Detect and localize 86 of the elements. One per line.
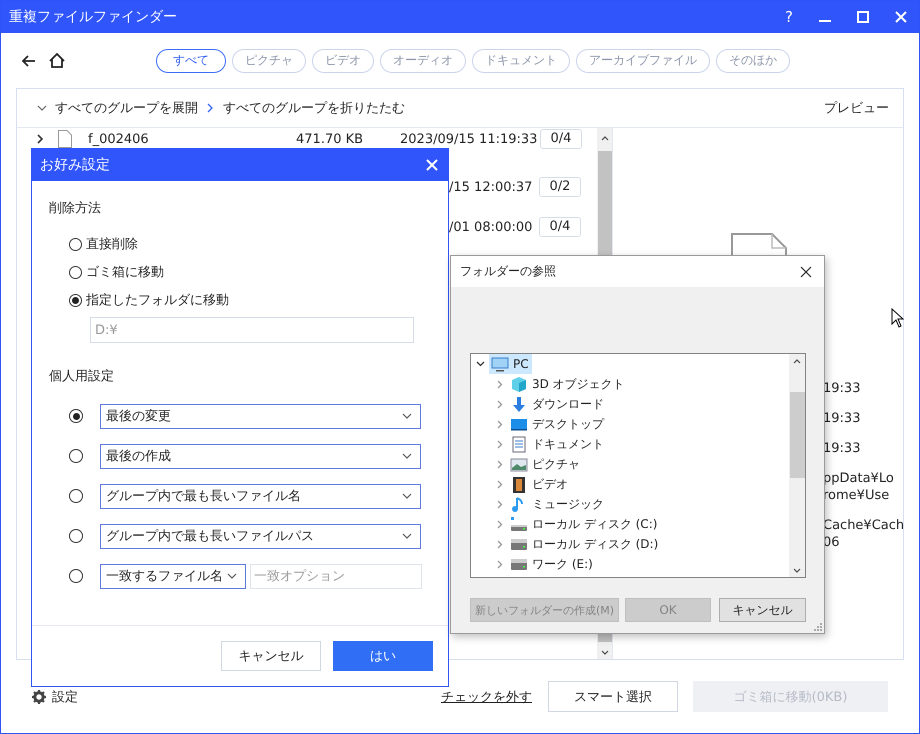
radio-button[interactable]: [69, 529, 83, 543]
expand-all-link[interactable]: すべてのグループを展開: [55, 99, 198, 117]
detail-text: ppData¥Lo: [823, 470, 895, 487]
option-label[interactable]: 指定したフォルダに移動: [86, 291, 229, 309]
back-arrow-icon[interactable]: [22, 54, 36, 66]
chevron-down-icon[interactable]: [402, 493, 412, 499]
file-date: 2023/09/15 11:19:33: [400, 132, 538, 146]
detail-text: 19:33: [823, 440, 862, 457]
filter-tab[interactable]: すべて: [156, 48, 226, 72]
dropdown[interactable]: グループ内で最も長いファイルパス: [100, 524, 421, 548]
scroll-thumb[interactable]: [790, 392, 804, 478]
radio-button[interactable]: [69, 409, 83, 423]
scroll-up-icon[interactable]: [600, 136, 608, 141]
tree-item[interactable]: ローカル ディスク (C:): [508, 514, 660, 534]
close-icon[interactable]: [800, 266, 812, 278]
dialog-title: フォルダーの参照: [460, 263, 556, 280]
detail-text: rome¥Use: [823, 487, 890, 504]
smart-select-button[interactable]: スマート選択: [548, 681, 678, 712]
section-heading: 削除方法: [49, 200, 102, 218]
option-label[interactable]: ゴミ箱に移動: [86, 263, 164, 281]
ok-button[interactable]: はい: [333, 641, 433, 671]
download-arrow-icon: [510, 396, 528, 412]
radio-button[interactable]: [69, 294, 82, 306]
tree-item[interactable]: デスクトップ: [508, 414, 607, 434]
cube-icon: [510, 376, 528, 392]
dropdown[interactable]: 一致するファイル名: [100, 564, 246, 588]
tree-item[interactable]: PC: [489, 354, 532, 374]
dropdown[interactable]: 最後の変更: [100, 404, 421, 428]
uncheck-link[interactable]: チェックを外す: [441, 688, 532, 706]
tree-item[interactable]: ローカル ディスク (D:): [508, 534, 662, 554]
picture-icon: [510, 456, 528, 472]
collapse-all-link[interactable]: すべてのグループを折りたたむ: [223, 99, 405, 117]
scroll-down-icon[interactable]: [600, 650, 608, 655]
scroll-down-icon[interactable]: [793, 568, 801, 573]
preview-label: プレビュー: [824, 100, 889, 117]
match-option-field[interactable]: 一致オプション: [250, 564, 422, 588]
chevron-down-icon[interactable]: [37, 105, 47, 111]
count-badge: 0/4: [539, 217, 581, 237]
tree-item[interactable]: ミュージック: [508, 494, 607, 514]
settings-link[interactable]: 設定: [52, 688, 78, 706]
window-title: 重複ファイルファインダー: [9, 8, 177, 26]
file-date: /15 12:00:37: [449, 180, 534, 194]
chevron-down-icon[interactable]: [476, 361, 485, 367]
chevron-down-icon[interactable]: [402, 453, 412, 459]
home-icon[interactable]: [49, 53, 65, 68]
tree-item[interactable]: ドキュメント: [508, 434, 607, 454]
tree-item[interactable]: ダウンロード: [508, 394, 607, 414]
file-date: /01 08:00:00: [449, 220, 534, 234]
chevron-down-icon[interactable]: [402, 413, 412, 419]
gear-icon[interactable]: [32, 690, 46, 704]
option-label[interactable]: 直接削除: [86, 235, 138, 253]
count-badge: 0/2: [539, 177, 581, 197]
chevron-right-icon[interactable]: [37, 134, 43, 144]
radio-button[interactable]: [69, 238, 82, 250]
detail-text: 19:33: [823, 410, 862, 427]
radio-button[interactable]: [69, 266, 82, 278]
chevron-down-icon[interactable]: [402, 533, 412, 539]
tree-item[interactable]: ワーク (E:): [508, 554, 596, 574]
dropdown[interactable]: グループ内で最も長いファイル名: [100, 484, 421, 508]
maximize-icon[interactable]: [857, 11, 869, 23]
tree-item[interactable]: 3D オブジェクト: [508, 374, 628, 394]
count-badge: 0/4: [540, 129, 582, 149]
file-name: f_002406: [88, 132, 150, 146]
film-icon: [510, 476, 528, 492]
dialog-button[interactable]: キャンセル: [719, 598, 806, 622]
radio-button[interactable]: [69, 489, 83, 503]
resize-grip-icon: [813, 622, 822, 631]
chevron-down-icon[interactable]: [227, 573, 237, 579]
document-icon: [510, 436, 528, 452]
tree-item[interactable]: ビデオ: [508, 474, 571, 494]
dropdown[interactable]: 最後の作成: [100, 444, 421, 468]
radio-button[interactable]: [69, 569, 83, 583]
mouse-cursor-icon: [891, 308, 904, 328]
scrollbar[interactable]: [789, 354, 805, 577]
tree-item[interactable]: ピクチャ: [508, 454, 583, 474]
detail-text: 19:33: [823, 380, 862, 397]
drive-icon: [510, 516, 528, 532]
detail-text: Cache¥Cach: [823, 517, 904, 534]
cancel-button[interactable]: キャンセル: [221, 641, 321, 671]
scroll-up-icon[interactable]: [793, 359, 801, 364]
help-button[interactable]: ?: [785, 8, 793, 26]
file-size: 471.70 KB: [296, 132, 364, 146]
dialog-title: お好み設定: [40, 156, 110, 174]
computer-icon: [491, 356, 509, 372]
section-heading: 個人用設定: [49, 368, 115, 386]
radio-button[interactable]: [69, 449, 83, 463]
